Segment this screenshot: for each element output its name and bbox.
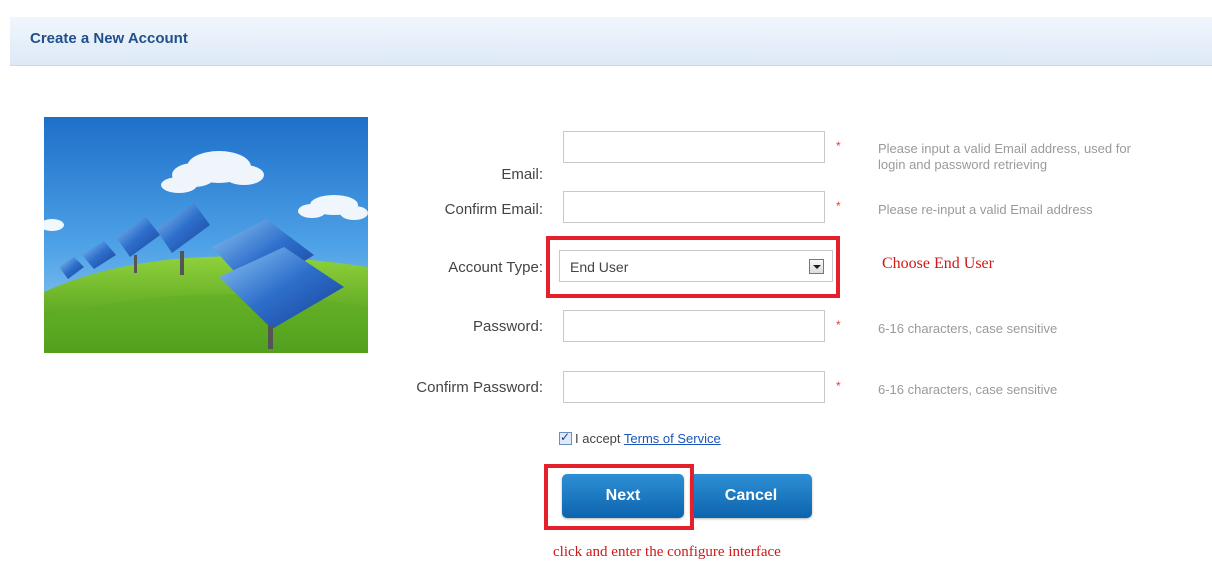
confirm-email-required-marker: *: [836, 199, 841, 213]
password-hint: 6-16 characters, case sensitive: [878, 321, 1058, 336]
email-field[interactable]: [563, 131, 825, 163]
page-header: Create a New Account: [10, 17, 1212, 66]
highlight-box-account-type: [546, 236, 840, 298]
accept-terms-checkbox[interactable]: [559, 430, 572, 445]
password-required-marker: *: [836, 318, 841, 332]
confirm-password-required-marker: *: [836, 379, 841, 393]
terms-of-service-link[interactable]: Terms of Service: [624, 431, 721, 446]
email-label: Email:: [501, 166, 543, 183]
confirm-email-hint: Please re-input a valid Email address: [878, 202, 1093, 217]
solar-panels-image: [44, 117, 368, 353]
email-required-marker: *: [836, 139, 841, 153]
choose-end-user-note: Choose End User: [882, 255, 994, 272]
accept-terms-prefix: I accept: [575, 431, 621, 446]
highlight-box-next: [544, 464, 694, 530]
confirm-password-label: Confirm Password:: [416, 379, 543, 396]
confirm-email-label: Confirm Email:: [444, 201, 543, 218]
password-field[interactable]: [563, 310, 825, 342]
confirm-password-hint: 6-16 characters, case sensitive: [878, 382, 1058, 397]
cancel-button[interactable]: Cancel: [690, 474, 812, 518]
accept-terms-text: I accept Terms of Service: [575, 431, 721, 446]
email-hint: Please input a valid Email address, used…: [878, 141, 1131, 172]
next-instruction-note: click and enter the configure interface: [553, 544, 781, 560]
confirm-email-field[interactable]: [563, 191, 825, 223]
confirm-password-field[interactable]: [563, 371, 825, 403]
page-title: Create a New Account: [30, 30, 188, 47]
account-type-label: Account Type:: [448, 259, 543, 276]
password-label: Password:: [472, 318, 543, 335]
